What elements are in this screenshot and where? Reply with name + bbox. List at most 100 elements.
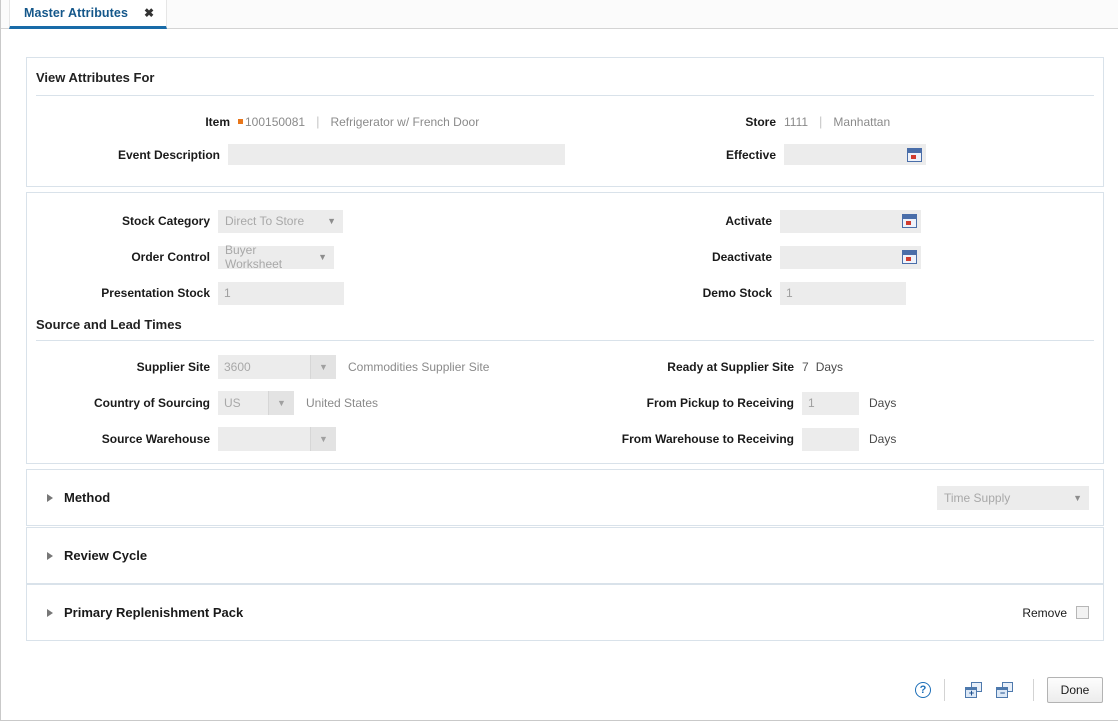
section-prp-right: Remove: [1022, 606, 1089, 620]
attributes-right-column: Activate Deactivate Demo Stock 1: [565, 203, 1103, 311]
section-review-cycle-title: Review Cycle: [64, 548, 148, 563]
remove-checkbox[interactable]: [1076, 606, 1089, 619]
field-row-country-of-sourcing: Country of Sourcing US ▼ United States: [27, 385, 565, 421]
from-warehouse-to-receiving-unit: Days: [869, 432, 897, 446]
presentation-stock-label: Presentation Stock: [101, 286, 210, 300]
required-marker-icon: [238, 119, 243, 124]
ready-at-supplier-site-label: Ready at Supplier Site: [667, 360, 794, 374]
ready-at-supplier-site-value: 7: [802, 360, 809, 374]
chevron-right-icon[interactable]: [47, 493, 53, 502]
footer-toolbar: ? + − Done: [1, 660, 1118, 720]
field-separator: |: [316, 114, 320, 129]
remove-window-icon-sign: −: [999, 688, 1006, 698]
section-review-cycle[interactable]: Review Cycle: [26, 527, 1104, 584]
chevron-right-icon[interactable]: [47, 608, 53, 617]
source-lead-left-column: Supplier Site 3600 ▼ Commodities Supplie…: [27, 349, 565, 457]
field-row-store: Store 1111 | Manhattan: [565, 105, 1103, 138]
field-row-from-warehouse-to-receiving: From Warehouse to Receiving Days: [565, 421, 1103, 457]
chevron-right-icon[interactable]: [47, 551, 53, 560]
field-row-order-control: Order Control Buyer Worksheet ▼: [27, 239, 565, 275]
effective-date-input[interactable]: [784, 144, 926, 165]
field-row-stock-category: Stock Category Direct To Store ▼: [27, 203, 565, 239]
chevron-down-icon[interactable]: ▼: [268, 391, 294, 415]
event-description-label: Event Description: [117, 147, 220, 162]
presentation-stock-input[interactable]: 1: [218, 281, 344, 305]
supplier-site-description: Commodities Supplier Site: [348, 360, 490, 374]
attributes-panel: Stock Category Direct To Store ▼ Order C…: [26, 192, 1104, 464]
chevron-down-icon[interactable]: ▼: [310, 427, 336, 451]
calendar-icon[interactable]: [907, 147, 922, 162]
chevron-down-icon: ▼: [1073, 492, 1082, 503]
source-warehouse-value: [218, 427, 310, 451]
deactivate-label: Deactivate: [711, 250, 772, 264]
deactivate-date-input[interactable]: [780, 245, 921, 269]
store-value: 1111: [784, 114, 809, 129]
order-control-value: Buyer Worksheet: [225, 243, 283, 271]
section-primary-replenishment-pack-title: Primary Replenishment Pack: [64, 605, 244, 620]
field-row-source-warehouse: Source Warehouse ▼: [27, 421, 565, 457]
method-select[interactable]: Time Supply ▼: [937, 485, 1089, 510]
store-description: Manhattan: [833, 114, 891, 129]
supplier-site-lov[interactable]: 3600 ▼: [218, 355, 336, 379]
field-row-demo-stock: Demo Stock 1: [565, 275, 1103, 311]
country-of-sourcing-label: Country of Sourcing: [94, 396, 210, 410]
from-warehouse-to-receiving-label: From Warehouse to Receiving: [621, 432, 794, 446]
app-root: Master Attributes ✖ View Attributes For …: [0, 0, 1118, 721]
event-description-input[interactable]: [228, 144, 565, 165]
demo-stock-label: Demo Stock: [702, 286, 772, 300]
source-lead-times-title: Source and Lead Times: [36, 317, 182, 332]
field-row-presentation-stock: Presentation Stock 1: [27, 275, 565, 311]
source-warehouse-lov[interactable]: ▼: [218, 427, 336, 451]
section-primary-replenishment-pack[interactable]: Primary Replenishment Pack Remove: [26, 584, 1104, 641]
remove-label: Remove: [1022, 605, 1067, 620]
tab-bar: Master Attributes ✖: [1, 0, 1118, 29]
effective-label: Effective: [725, 147, 776, 162]
from-pickup-to-receiving-unit: Days: [869, 396, 897, 410]
help-icon[interactable]: ?: [915, 682, 931, 698]
stock-category-value: Direct To Store: [225, 214, 305, 228]
activate-label: Activate: [725, 214, 772, 228]
item-description: Refrigerator w/ French Door: [330, 114, 480, 129]
field-row-event-description: Event Description: [27, 138, 565, 171]
field-row-activate: Activate: [565, 203, 1103, 239]
field-row-from-pickup-to-receiving: From Pickup to Receiving 1 Days: [565, 385, 1103, 421]
demo-stock-input[interactable]: 1: [780, 281, 906, 305]
supplier-site-value: 3600: [218, 355, 310, 379]
calendar-icon[interactable]: [902, 250, 917, 264]
tab-master-attributes[interactable]: Master Attributes ✖: [9, 0, 168, 29]
ready-at-supplier-site-unit: Days: [815, 360, 844, 374]
method-select-value: Time Supply: [944, 490, 1011, 505]
country-of-sourcing-description: United States: [306, 396, 379, 410]
order-control-label: Order Control: [131, 250, 210, 264]
order-control-select[interactable]: Buyer Worksheet ▼: [218, 243, 334, 271]
section-method-right: Time Supply ▼: [937, 485, 1089, 510]
close-icon[interactable]: ✖: [144, 7, 154, 19]
country-of-sourcing-lov[interactable]: US ▼: [218, 391, 294, 415]
activate-date-input[interactable]: [780, 209, 921, 233]
stock-category-select[interactable]: Direct To Store ▼: [218, 209, 343, 233]
field-row-deactivate: Deactivate: [565, 239, 1103, 275]
source-lead-right-column: Ready at Supplier Site 7 Days From Picku…: [565, 349, 1103, 457]
supplier-site-label: Supplier Site: [136, 360, 210, 374]
section-method[interactable]: Method Time Supply ▼: [26, 469, 1104, 526]
chevron-down-icon: ▼: [327, 216, 336, 226]
from-pickup-to-receiving-input[interactable]: 1: [802, 391, 859, 415]
tab-label: Master Attributes: [24, 6, 129, 20]
field-row-supplier-site: Supplier Site 3600 ▼ Commodities Supplie…: [27, 349, 565, 385]
done-button[interactable]: Done: [1047, 677, 1103, 703]
source-warehouse-label: Source Warehouse: [101, 432, 210, 446]
add-window-icon-sign: +: [968, 688, 975, 698]
country-of-sourcing-value: US: [218, 391, 268, 415]
divider: [1033, 679, 1034, 701]
item-value: 100150081: [245, 114, 306, 129]
calendar-icon[interactable]: [902, 214, 917, 228]
view-attributes-panel: View Attributes For Item 100150081 | Ref…: [26, 57, 1104, 187]
from-pickup-to-receiving-label: From Pickup to Receiving: [646, 396, 794, 410]
remove-window-icon[interactable]: −: [996, 682, 1013, 698]
view-attributes-right-column: Store 1111 | Manhattan Effective: [565, 105, 1103, 171]
from-warehouse-to-receiving-input[interactable]: [802, 427, 859, 451]
chevron-down-icon[interactable]: ▼: [310, 355, 336, 379]
item-label: Item: [205, 114, 230, 129]
add-window-icon[interactable]: +: [965, 682, 982, 698]
panel-title: View Attributes For: [36, 70, 155, 85]
